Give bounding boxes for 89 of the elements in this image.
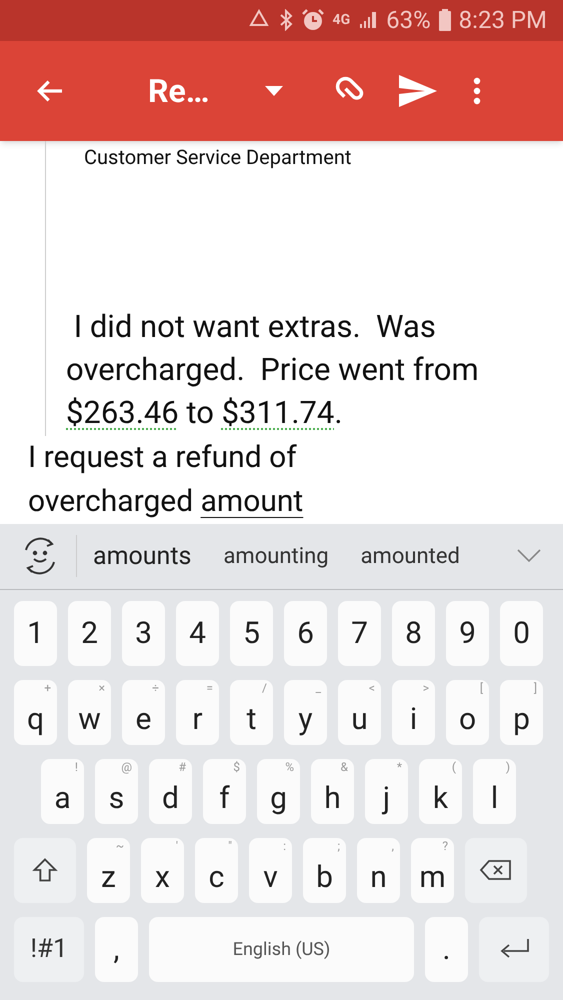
expand-chevron-icon[interactable] — [517, 549, 541, 564]
keyboard-key[interactable]: 2 — [68, 600, 111, 666]
key-hint: @ — [121, 760, 132, 773]
reply-paragraph: I request a refund of overcharged amount — [28, 438, 304, 521]
keyboard-key[interactable]: 4 — [176, 600, 219, 666]
shift-key[interactable] — [14, 838, 76, 903]
send-icon[interactable] — [399, 74, 438, 107]
keyboard-key[interactable]: / t — [230, 680, 273, 745]
keyboard-key[interactable]: 7 — [338, 600, 381, 666]
key-hint: ) — [506, 760, 510, 773]
keyboard-key[interactable]: : v — [249, 838, 292, 903]
keyboard-key[interactable]: 6 — [284, 600, 327, 666]
keyboard-key[interactable]: , n — [357, 838, 400, 903]
key-hint: ? — [442, 840, 448, 852]
battery-percentage: 63% — [386, 5, 431, 36]
key-hint: ! — [74, 760, 78, 773]
key-hint: ~ — [116, 840, 124, 852]
key-hint: ' — [176, 840, 178, 852]
key-hint: " — [228, 840, 232, 852]
keyboard-key[interactable]: < u — [338, 680, 381, 745]
quoted-text: Customer Service Department — [83, 144, 352, 171]
keyboard-key[interactable]: $ f — [203, 758, 246, 824]
keyboard-key[interactable]: * j — [365, 758, 408, 824]
key-hint: * — [396, 760, 402, 773]
network-type: 4G — [332, 10, 350, 30]
key-hint: ( — [452, 760, 456, 773]
key-hint: : — [283, 840, 286, 852]
keyboard-key[interactable]: , — [95, 916, 138, 982]
key-hint: > — [422, 682, 429, 694]
keyboard-key[interactable]: = r — [176, 680, 219, 745]
keyboard-key[interactable]: 5 — [230, 600, 273, 666]
battery-icon — [438, 9, 451, 32]
keyboard-key[interactable]: ~ z — [87, 838, 130, 903]
keyboard-key[interactable]: 0 — [500, 600, 543, 666]
keyboard-key[interactable]: % g — [257, 758, 300, 824]
keyboard-key[interactable]: 8 — [392, 600, 435, 666]
word-suggestion[interactable]: amounting — [223, 540, 329, 573]
key-hint: ] — [534, 682, 537, 694]
keyboard-key[interactable]: ? m — [411, 838, 454, 903]
key-hint: [ — [480, 682, 483, 694]
keyboard-key[interactable]: _ y — [284, 680, 327, 745]
enter-key[interactable] — [479, 916, 549, 982]
keyboard-key[interactable]: ÷ e — [122, 680, 165, 745]
key-hint: , — [392, 840, 394, 852]
key-hint: < — [368, 682, 375, 694]
alarm-clock-icon — [300, 8, 325, 32]
keyboard-key[interactable]: > i — [392, 680, 435, 745]
keyboard-key[interactable]: @ s — [95, 758, 138, 824]
key-hint: × — [98, 682, 105, 694]
keyboard-key[interactable]: ' x — [141, 838, 184, 903]
keyboard-key[interactable]: 1 — [14, 600, 57, 666]
keyboard-key[interactable]: ( k — [419, 758, 462, 824]
clock: 8:23 PM — [458, 5, 547, 36]
keyboard-key[interactable]: ! a — [41, 758, 84, 824]
dropdown-caret-icon[interactable] — [265, 86, 284, 96]
keyboard-key[interactable]: # d — [149, 758, 192, 824]
backspace-key[interactable] — [465, 838, 527, 903]
key-hint: = — [206, 682, 213, 694]
keyboard-key[interactable]: 3 — [122, 600, 165, 666]
key-hint: & — [340, 760, 348, 773]
key-hint: + — [44, 682, 51, 694]
symbols-key[interactable]: !#1 — [14, 916, 84, 982]
key-hint: # — [178, 760, 186, 773]
keyboard-key[interactable]: . — [425, 916, 468, 982]
keyboard-key[interactable]: ] p — [500, 680, 543, 745]
key-hint: / — [262, 682, 267, 694]
quoted-paragraph: I did not want extras. Was overcharged. Price went from $263.46 to $311.74. — [66, 306, 480, 433]
keyboard-key[interactable]: + q — [14, 680, 57, 745]
keyboard-key[interactable]: " c — [195, 838, 238, 903]
word-suggestion[interactable]: amounts — [93, 538, 192, 576]
word-suggestion[interactable]: amounted — [360, 540, 460, 573]
keyboard-key[interactable]: 9 — [446, 600, 489, 666]
keyboard-key[interactable]: & h — [311, 758, 354, 824]
keyboard-key[interactable]: [ o — [446, 680, 489, 745]
signal-icon — [358, 10, 378, 30]
more-vertical-icon[interactable] — [473, 76, 482, 105]
bluetooth-icon — [278, 9, 293, 32]
keyboard-key[interactable]: ; b — [303, 838, 346, 903]
key-hint: ÷ — [152, 682, 159, 694]
keyboard-key[interactable]: × w — [68, 680, 111, 745]
key-hint: _ — [316, 682, 321, 694]
key-hint: $ — [233, 760, 240, 773]
space-key[interactable]: English (US) — [149, 916, 414, 982]
toolbar-title: Re… — [148, 70, 210, 112]
key-hint: ; — [337, 840, 340, 852]
backspace-icon — [479, 858, 513, 882]
shift-icon — [31, 856, 59, 884]
keyboard-key[interactable]: ) l — [473, 758, 516, 824]
key-hint: % — [285, 760, 294, 773]
